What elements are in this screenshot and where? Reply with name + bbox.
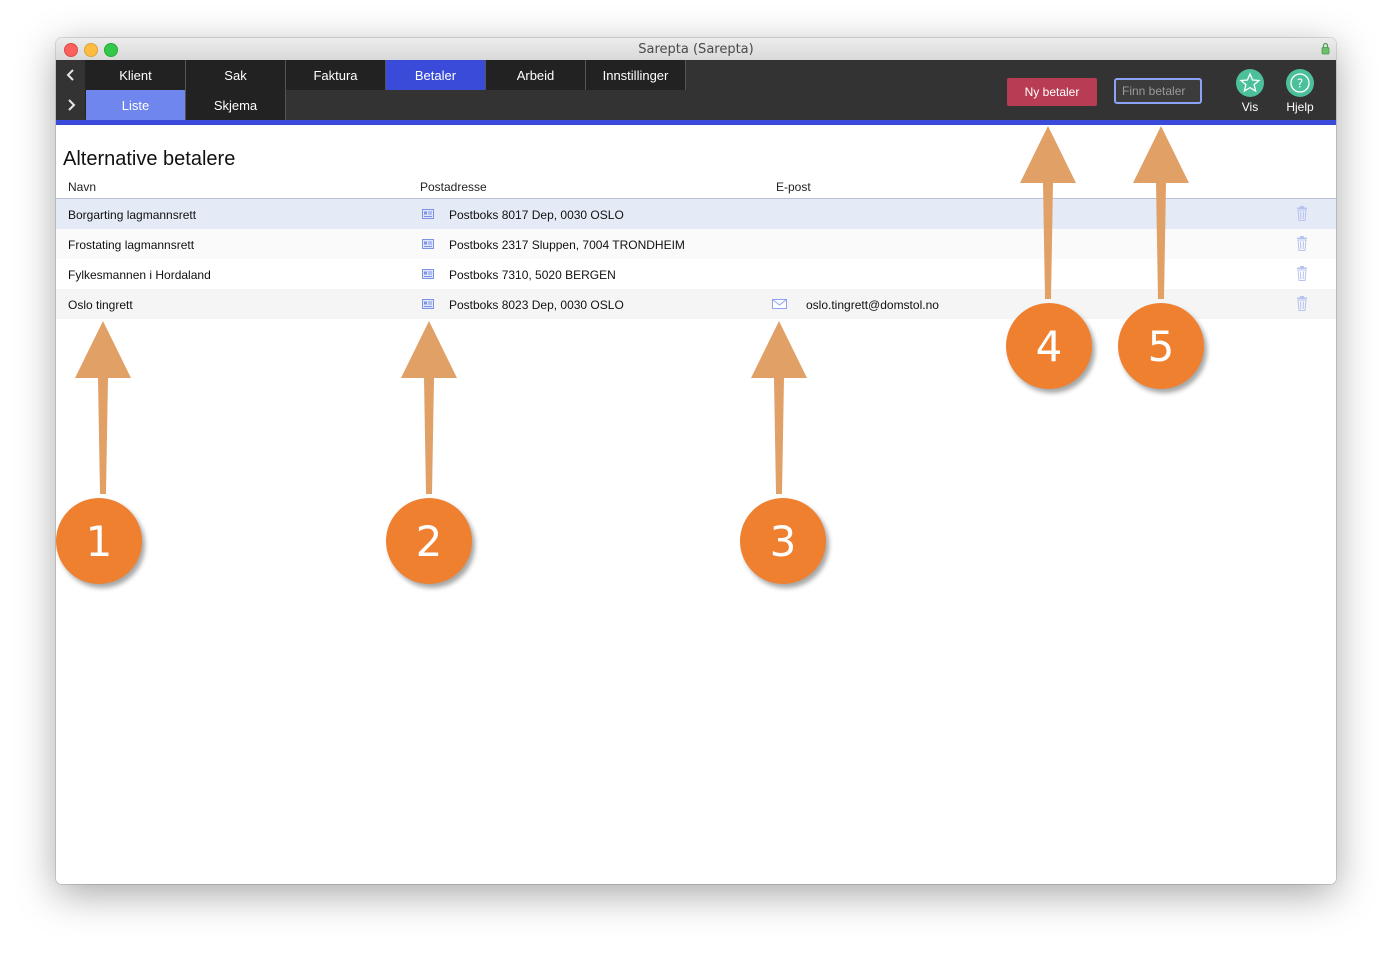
- search-payer-input[interactable]: [1114, 78, 1202, 104]
- help-button[interactable]: ? Hjelp: [1278, 69, 1322, 115]
- app-window: Sarepta (Sarepta) Klient Sak Faktura Bet…: [56, 38, 1336, 884]
- tab-sak[interactable]: Sak: [186, 60, 286, 90]
- main-toolbar: Klient Sak Faktura Betaler Arbeid Innsti…: [56, 60, 1336, 120]
- payer-name: Fylkesmannen i Hordaland: [68, 268, 211, 282]
- trash-icon[interactable]: [1296, 236, 1308, 251]
- vis-label: Vis: [1241, 100, 1259, 114]
- trash-icon[interactable]: [1296, 266, 1308, 281]
- chevron-left-icon: [66, 68, 74, 81]
- column-header-name[interactable]: Navn: [68, 180, 96, 194]
- tab-klient[interactable]: Klient: [86, 60, 186, 90]
- address-card-icon[interactable]: [422, 269, 434, 279]
- table-row[interactable]: Borgarting lagmannsrett Postboks 8017 De…: [56, 199, 1336, 229]
- payer-list-view: Alternative betalere Navn Postadresse E-…: [56, 125, 1336, 884]
- annotation-marker-4: 4: [1006, 303, 1092, 389]
- address-card-icon[interactable]: [422, 209, 434, 219]
- forward-button[interactable]: [56, 90, 86, 119]
- payer-name: Borgarting lagmannsrett: [68, 208, 197, 222]
- annotation-marker-2: 2: [386, 498, 472, 584]
- payer-address: Postboks 2317 Sluppen, 7004 TRONDHEIM: [449, 238, 685, 252]
- tab-betaler[interactable]: Betaler: [386, 60, 486, 90]
- column-header-address[interactable]: Postadresse: [420, 180, 487, 194]
- table-row[interactable]: Fylkesmannen i Hordaland Postboks 7310, …: [56, 259, 1336, 289]
- payer-address: Postboks 8023 Dep, 0030 OSLO: [449, 298, 624, 312]
- annotation-marker-5: 5: [1118, 303, 1204, 389]
- trash-icon[interactable]: [1296, 296, 1308, 311]
- payer-email[interactable]: oslo.tingrett@domstol.no: [806, 298, 939, 312]
- payer-address: Postboks 8017 Dep, 0030 OSLO: [449, 208, 624, 222]
- favorites-star-icon: [1236, 69, 1264, 97]
- subtab-skjema[interactable]: Skjema: [186, 90, 286, 120]
- mail-icon[interactable]: [772, 299, 787, 309]
- annotation-marker-1: 1: [56, 498, 142, 584]
- help-icon: ?: [1286, 69, 1314, 97]
- title-bar: Sarepta (Sarepta): [56, 38, 1336, 61]
- new-payer-button[interactable]: Ny betaler: [1007, 78, 1097, 106]
- lock-icon: [1321, 42, 1330, 55]
- chevron-right-icon: [67, 98, 75, 111]
- back-button[interactable]: [56, 60, 86, 89]
- address-card-icon[interactable]: [422, 239, 434, 249]
- window-title: Sarepta (Sarepta): [638, 42, 754, 57]
- payer-name: Oslo tingrett: [68, 298, 133, 312]
- table-row[interactable]: Frostating lagmannsrett Postboks 2317 Sl…: [56, 229, 1336, 259]
- address-card-icon[interactable]: [422, 299, 434, 309]
- column-header-email[interactable]: E-post: [776, 180, 811, 194]
- hjelp-label: Hjelp: [1286, 100, 1314, 114]
- vis-button[interactable]: Vis: [1228, 69, 1272, 115]
- page-title: Alternative betalere: [63, 148, 236, 170]
- trash-icon[interactable]: [1296, 206, 1308, 221]
- payer-address: Postboks 7310, 5020 BERGEN: [449, 268, 616, 282]
- tab-innstillinger[interactable]: Innstillinger: [586, 60, 686, 90]
- tab-arbeid[interactable]: Arbeid: [486, 60, 586, 90]
- tab-faktura[interactable]: Faktura: [286, 60, 386, 90]
- subtab-liste[interactable]: Liste: [86, 90, 186, 120]
- payer-name: Frostating lagmannsrett: [68, 238, 195, 252]
- svg-text:?: ?: [1297, 77, 1303, 91]
- annotation-marker-3: 3: [740, 498, 826, 584]
